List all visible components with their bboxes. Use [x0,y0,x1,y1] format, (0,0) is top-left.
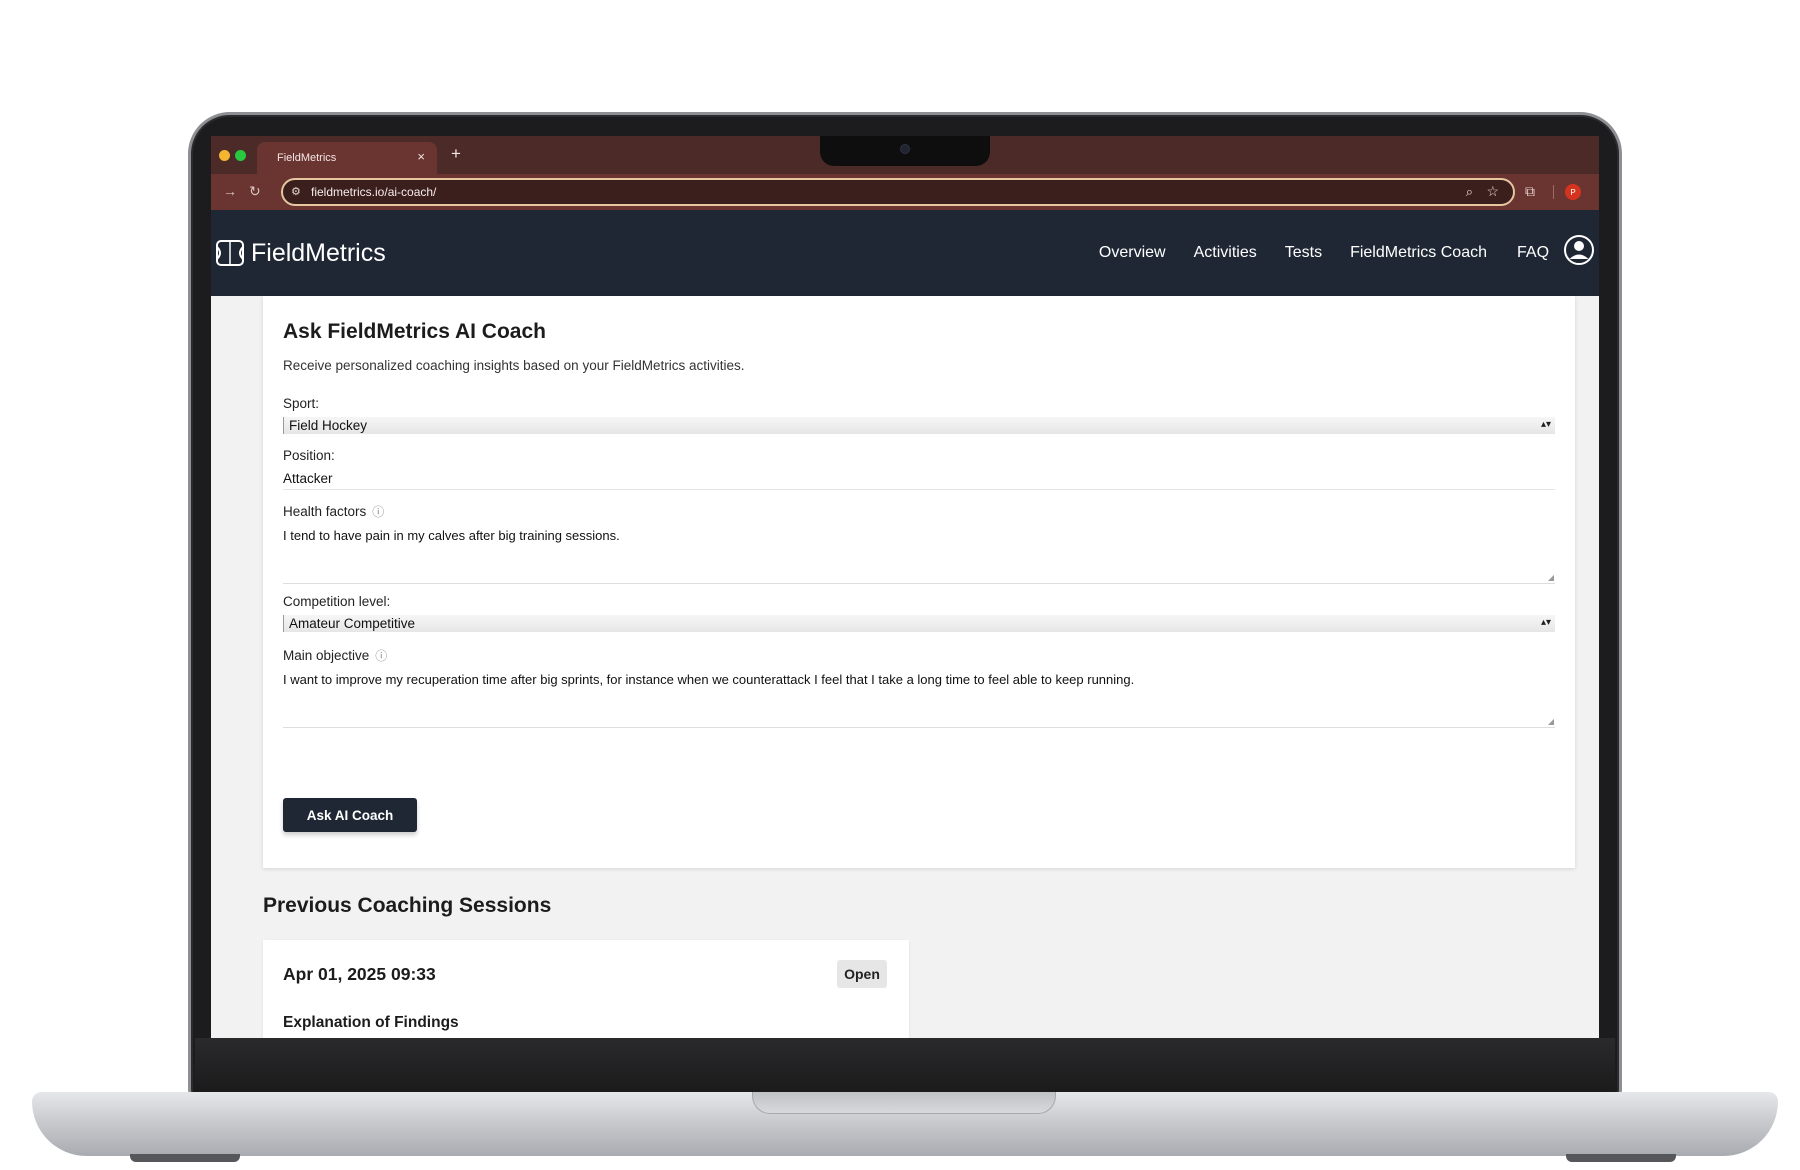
camera-icon [900,144,910,154]
browser-toolbar: → ↻ ⚙ fieldmetrics.io/ai-coach/ ⌕ ☆ ⧉ P [211,174,1599,210]
resize-handle-icon[interactable]: ◢ [1548,573,1554,582]
main-objective-textarea[interactable]: I want to improve my recuperation time a… [283,666,1555,728]
extensions-icon[interactable]: ⧉ [1525,183,1535,200]
window-zoom-button[interactable] [235,150,246,161]
camera-notch [820,136,990,166]
laptop-opening-notch [752,1092,1056,1114]
session-date: Apr 01, 2025 09:33 [283,964,436,984]
nav-tests[interactable]: Tests [1285,244,1322,262]
user-icon[interactable] [1563,234,1595,266]
app-header: FieldMetrics Overview Activities Tests F… [211,210,1599,296]
info-icon[interactable]: ⓘ [372,503,384,520]
competition-select-value: Amateur Competitive [289,616,416,631]
objective-label: Main objective ⓘ [283,647,387,664]
browser-tab[interactable]: FieldMetrics × [257,142,437,174]
main-nav: Overview Activities Tests FieldMetrics C… [1099,244,1487,262]
nav-activities[interactable]: Activities [1194,244,1257,262]
sport-label: Sport: [283,396,319,411]
forward-icon[interactable]: → [223,183,237,199]
page-subtitle: Receive personalized coaching insights b… [283,358,745,373]
health-factors-textarea[interactable]: I tend to have pain in my calves after b… [283,522,1555,584]
new-tab-icon[interactable]: + [451,144,461,164]
session-heading: Explanation of Findings [283,1014,459,1031]
nav-fieldmetrics-coach[interactable]: FieldMetrics Coach [1350,244,1487,262]
toolbar-divider [1553,185,1554,199]
resize-handle-icon[interactable]: ◢ [1548,717,1554,726]
laptop-hinge [195,1038,1615,1094]
objective-label-text: Main objective [283,648,370,663]
site-settings-icon[interactable]: ⚙ [291,185,301,198]
previous-sessions-title: Previous Coaching Sessions [263,894,552,917]
position-label-text: Position: [283,448,335,463]
health-label-text: Health factors [283,504,367,519]
sport-select[interactable]: Field Hockey ▴▾ [283,417,1555,434]
laptop-foot-right [1566,1154,1676,1162]
profile-avatar[interactable]: P [1565,184,1581,200]
tab-close-icon[interactable]: × [417,149,425,164]
screen: FieldMetrics × + → ↻ ⚙ fieldmetrics.io/a… [211,136,1599,1038]
tab-title: FieldMetrics [277,152,337,164]
sport-label-text: Sport: [283,396,320,411]
select-arrows-icon: ▴▾ [1540,617,1551,628]
info-icon[interactable]: ⓘ [375,647,387,664]
address-bar[interactable]: ⚙ fieldmetrics.io/ai-coach/ ⌕ ☆ [281,178,1515,206]
competition-label: Competition level: [283,594,390,609]
nav-overview[interactable]: Overview [1099,244,1166,262]
zoom-icon[interactable]: ⌕ [1466,184,1473,200]
ask-ai-coach-button[interactable]: Ask AI Coach [283,798,417,832]
brand-link[interactable]: FieldMetrics [215,238,386,268]
brand-name: FieldMetrics [251,238,386,267]
nav-faq[interactable]: FAQ [1517,244,1549,262]
position-label: Position: [283,448,335,463]
field-logo-icon [216,240,244,266]
health-label: Health factors ⓘ [283,503,384,520]
select-arrows-icon: ▴▾ [1540,419,1551,430]
bookmark-star-icon[interactable]: ☆ [1486,183,1499,200]
session-card: Apr 01, 2025 09:33 Open Explanation of F… [263,940,909,1038]
laptop-foot-left [130,1154,240,1162]
ask-coach-card: Ask FieldMetrics AI Coach Receive person… [263,296,1575,868]
address-url: fieldmetrics.io/ai-coach/ [311,185,437,199]
competition-label-text: Competition level: [283,594,391,609]
main-content: Ask FieldMetrics AI Coach Receive person… [211,296,1599,1038]
page-title: Ask FieldMetrics AI Coach [283,320,546,343]
reload-icon[interactable]: ↻ [249,183,261,200]
window-minimize-button[interactable] [219,150,230,161]
main-objective-value: I want to improve my recuperation time a… [283,672,1135,687]
health-factors-value: I tend to have pain in my calves after b… [283,528,620,543]
competition-select[interactable]: Amateur Competitive ▴▾ [283,615,1555,632]
sport-select-value: Field Hockey [289,418,368,433]
open-session-button[interactable]: Open [837,960,887,988]
position-input[interactable]: Attacker [283,468,1555,490]
